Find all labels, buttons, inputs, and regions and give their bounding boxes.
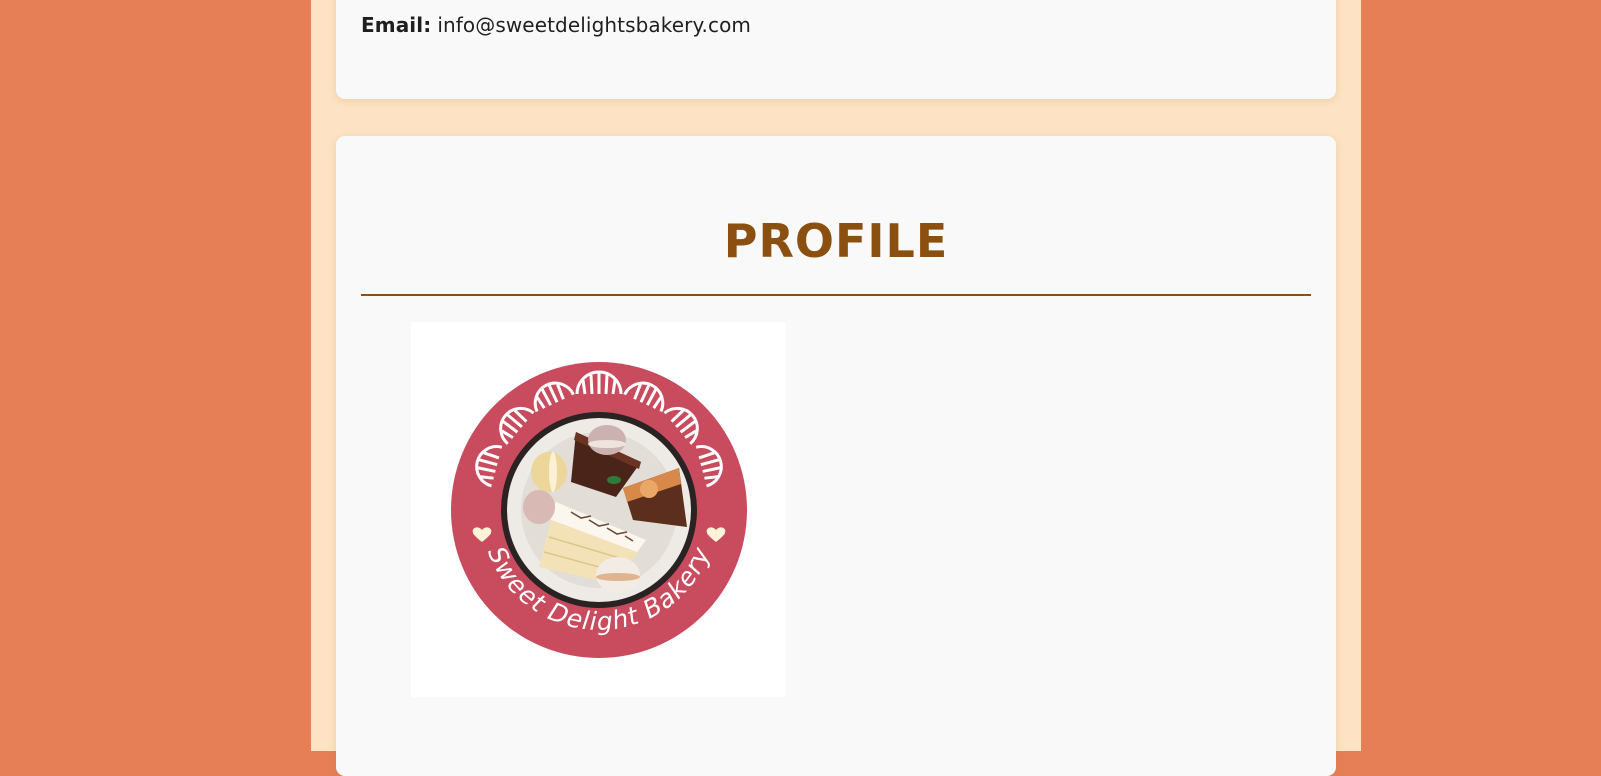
profile-title: PROFILE [723,214,949,268]
title-divider [361,294,1311,296]
profile-logo-image: Sweet Delight Bakery [411,322,786,697]
contact-email: Email: info@sweetdelightsbakery.com [361,13,751,37]
email-value[interactable]: info@sweetdelightsbakery.com [437,13,751,37]
page-column: Email: info@sweetdelightsbakery.com PROFI… [311,0,1361,776]
bakery-logo-icon: Sweet Delight Bakery [451,362,747,658]
contact-card: Email: info@sweetdelightsbakery.com [336,0,1336,99]
profile-card: PROFILE Sweet Delight Bakery [336,136,1336,776]
email-label: Email: [361,13,432,37]
